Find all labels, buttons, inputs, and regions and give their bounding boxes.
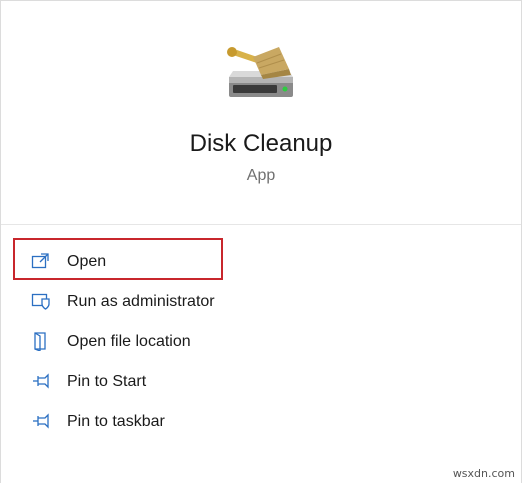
pin-icon [33,373,49,389]
menu-item-label: Pin to taskbar [67,413,165,430]
open-window-icon [31,253,49,269]
menu-item-label: Run as administrator [67,293,215,310]
menu-item-run-as-administrator[interactable]: Run as administrator [15,281,223,321]
menu-item-label: Pin to Start [67,373,147,390]
watermark: wsxdn.com [452,467,515,480]
start-menu-app-panel: Disk Cleanup App Open Run as administrat… [0,0,522,483]
app-header: Disk Cleanup App [1,1,521,223]
menu-item-open-file-location[interactable]: Open file location [15,321,223,361]
file-location-icon [34,332,46,351]
app-type-label: App [246,167,276,184]
menu-item-label: Open file location [67,333,191,350]
menu-item-open[interactable]: Open [15,241,223,281]
menu-item-label: Open [67,253,107,270]
pin-icon [33,413,49,429]
shield-icon [31,293,50,310]
menu-item-pin-to-start[interactable]: Pin to Start [15,361,223,401]
disk-cleanup-icon [227,47,293,97]
divider [1,224,521,225]
menu-item-pin-to-taskbar[interactable]: Pin to taskbar [15,401,223,441]
app-title: Disk Cleanup [189,130,333,157]
